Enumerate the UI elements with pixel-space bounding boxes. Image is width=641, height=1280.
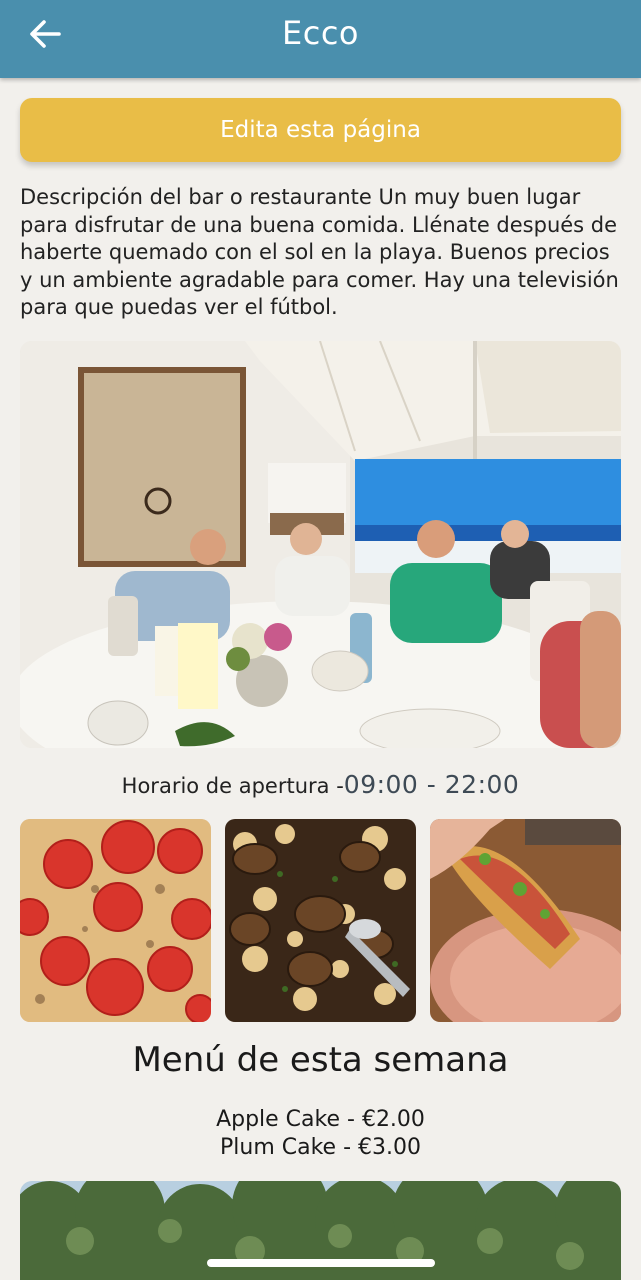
opening-hours-label: Horario de apertura - — [121, 774, 344, 798]
top-app-bar: Ecco — [0, 0, 641, 78]
food-photo-taco — [430, 819, 621, 1022]
menu-item: Apple Cake - €2.00 — [216, 1107, 425, 1132]
food-photo-pizza — [20, 819, 211, 1022]
restaurant-photo — [20, 341, 621, 748]
restaurant-description: Descripción del bar o restaurante Un muy… — [20, 185, 619, 319]
page-title: Ecco — [282, 14, 359, 52]
opening-hours: Horario de apertura -09:00 - 22:00 — [0, 770, 641, 799]
menu-item: Plum Cake - €3.00 — [220, 1135, 421, 1160]
weekly-menu-list: Apple Cake - €2.00 Plum Cake - €3.00 — [0, 1106, 641, 1162]
opening-hours-time: 09:00 - 22:00 — [343, 770, 520, 799]
edit-page-button[interactable]: Edita esta página — [20, 98, 621, 162]
weekly-menu-title: Menú de esta semana — [132, 1040, 509, 1080]
home-indicator[interactable] — [207, 1259, 435, 1267]
food-photo-mushrooms — [225, 819, 416, 1022]
